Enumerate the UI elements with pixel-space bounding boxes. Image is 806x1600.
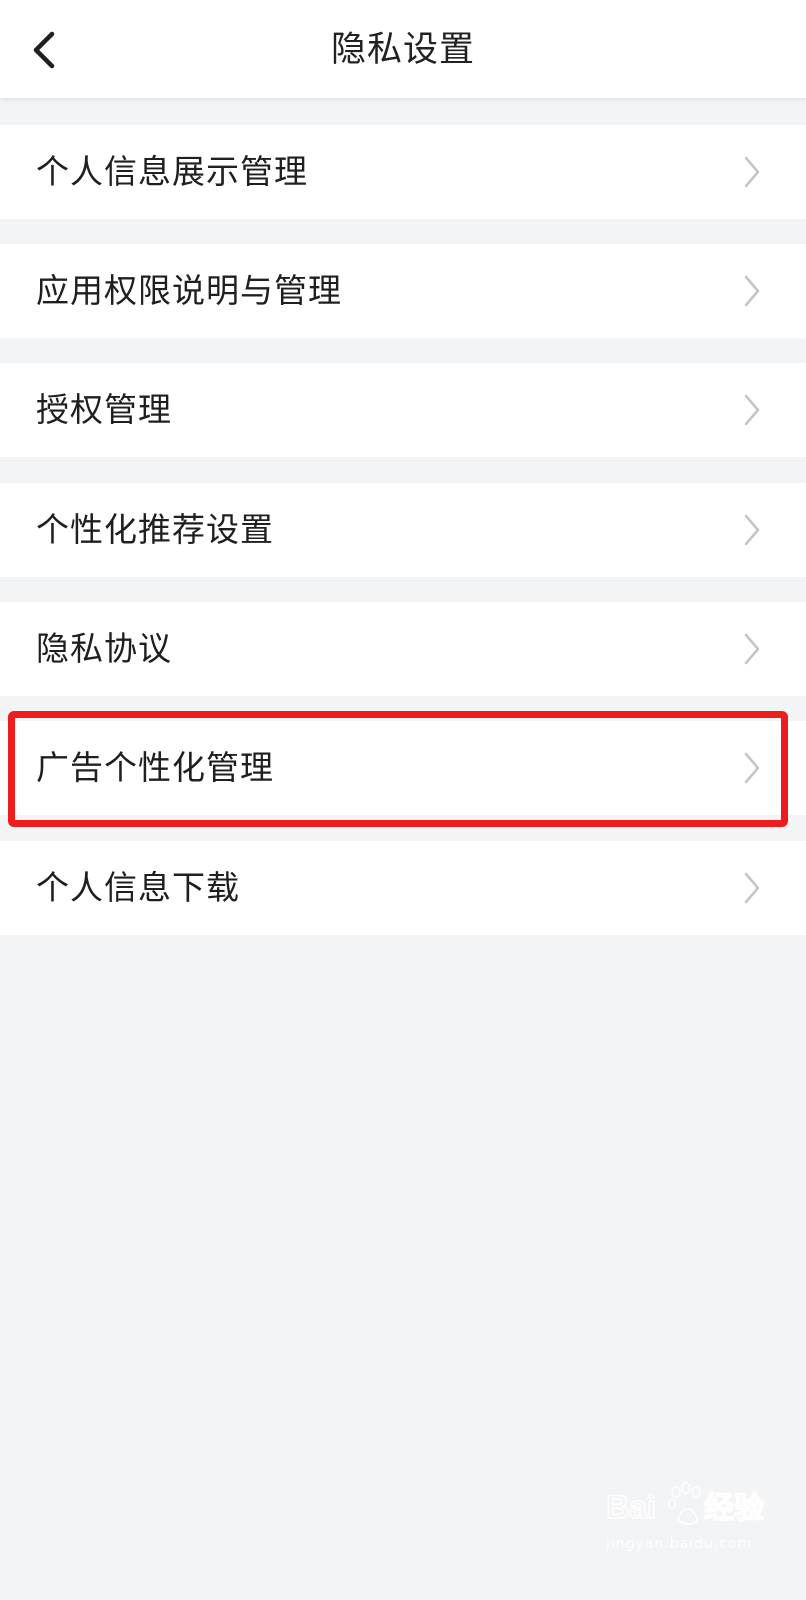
- svg-text:经验: 经验: [704, 1491, 764, 1525]
- menu-item-personal-info-download[interactable]: 个人信息下载: [0, 841, 806, 935]
- chevron-right-icon: [744, 872, 760, 904]
- menu-item-ad-personalization[interactable]: 广告个性化管理: [0, 721, 806, 815]
- chevron-right-icon: [744, 275, 760, 307]
- menu-item-label: 个性化推荐设置: [36, 510, 274, 549]
- baidu-paw-logo-icon: Bai 经验: [605, 1482, 765, 1526]
- menu-item-label: 应用权限说明与管理: [36, 271, 342, 310]
- menu-item-label: 个人信息展示管理: [36, 152, 308, 191]
- svg-text:Bai: Bai: [606, 1489, 656, 1525]
- baidu-jingyan-watermark: Bai 经验 jingyan.baidu.com: [604, 1478, 784, 1568]
- chevron-right-icon: [744, 514, 760, 546]
- chevron-right-icon: [744, 394, 760, 426]
- page-title: 隐私设置: [330, 30, 475, 70]
- menu-item-label: 个人信息下载: [36, 868, 240, 907]
- chevron-right-icon: [744, 752, 760, 784]
- menu-item-label: 隐私协议: [36, 629, 172, 668]
- menu-item-app-permissions[interactable]: 应用权限说明与管理: [0, 244, 806, 338]
- menu-item-personalized-recommendation[interactable]: 个性化推荐设置: [0, 483, 806, 577]
- chevron-right-icon: [744, 156, 760, 188]
- menu-item-personal-info-display[interactable]: 个人信息展示管理: [0, 125, 806, 219]
- menu-item-privacy-agreement[interactable]: 隐私协议: [0, 602, 806, 696]
- watermark-url: jingyan.baidu.com: [606, 1536, 753, 1552]
- menu-item-authorization[interactable]: 授权管理: [0, 363, 806, 457]
- menu-item-label: 授权管理: [36, 390, 172, 429]
- menu-item-label: 广告个性化管理: [36, 748, 274, 787]
- chevron-right-icon: [744, 633, 760, 665]
- top-app-bar: 隐私设置: [0, 0, 806, 98]
